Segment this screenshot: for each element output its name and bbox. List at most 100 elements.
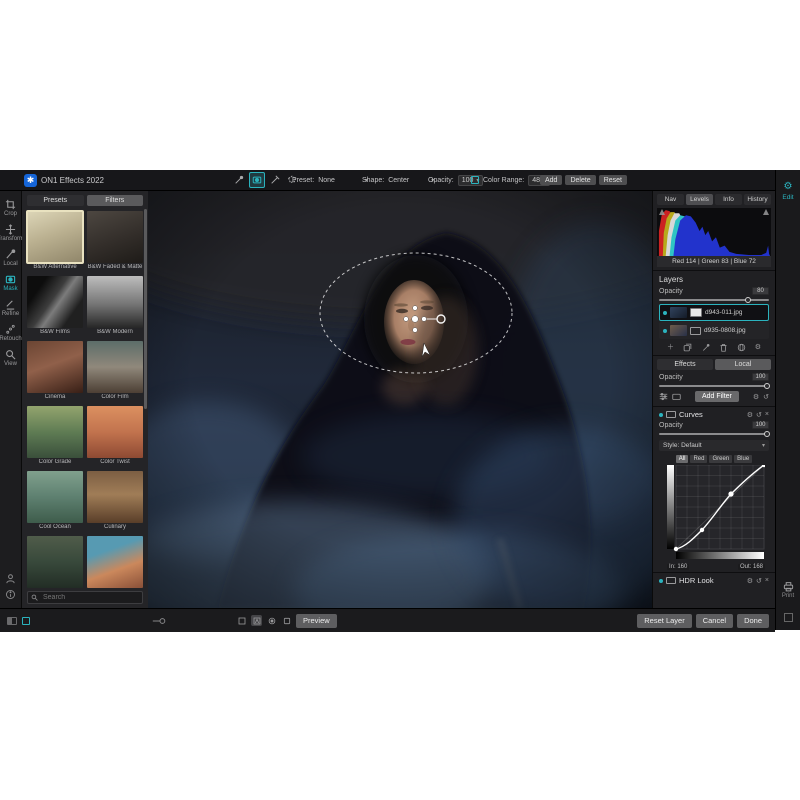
channel-blue-button[interactable]: Blue [734,455,752,463]
slider-thumb[interactable] [764,431,770,437]
layer-row[interactable]: d943-011.jpg [659,304,769,321]
help-info-icon[interactable] [5,589,16,600]
master-opacity-slider[interactable] [659,382,769,389]
preset-item[interactable]: Dark Forest [27,536,83,588]
toggle-left-panel-icon[interactable] [7,617,17,625]
layer-settings-gear-icon[interactable]: ⚙ [755,343,761,351]
filter-sliders-icon[interactable] [659,392,668,401]
move-layer-icon[interactable] [701,343,710,352]
channel-red-button[interactable]: Red [690,455,707,463]
preset-item[interactable]: B&W Modern [87,276,143,337]
paint-brush-icon[interactable] [232,173,246,187]
mask-badge-icon[interactable] [666,577,676,584]
layers-opacity-slider[interactable] [659,296,769,303]
preview-button[interactable]: Preview [296,614,337,628]
preset-item[interactable]: Color Twist [87,406,143,467]
preset-item[interactable]: Color Grade [27,406,83,467]
close-icon[interactable]: × [765,411,769,418]
highlight-clipping-warning-icon[interactable] [763,209,769,215]
account-icon[interactable] [5,573,16,584]
close-icon[interactable]: × [765,577,769,584]
gear-icon[interactable]: ⚙ [747,577,753,585]
edit-module-button[interactable]: ⚙ Edit [782,182,793,201]
tab-effects[interactable]: Effects [657,359,713,370]
tool-retouch[interactable]: Retouch [0,324,22,342]
print-button[interactable]: Print [782,581,794,599]
original-view-icon[interactable] [236,615,247,626]
filter-settings-gear-icon[interactable]: ⚙ [753,393,759,401]
toggle-browse-icon[interactable] [22,617,30,625]
collapse-panel-icon[interactable] [784,613,793,622]
mask-badge-icon[interactable] [666,411,676,418]
tab-presets[interactable]: Presets [27,195,84,206]
hdr-look-filter-header[interactable]: HDR Look ⚙ ↺ × [653,572,775,586]
slider-thumb[interactable] [745,297,751,303]
tab-local[interactable]: Local [715,359,771,370]
filter-enabled-icon[interactable] [659,579,663,583]
tool-crop[interactable]: Crop [4,199,17,217]
preset-item[interactable]: Golden Autumn [87,536,143,588]
curves-style-dropdown[interactable]: Style: Default ▾ [659,440,769,451]
filter-enabled-icon[interactable] [659,413,663,417]
duplicate-layer-icon[interactable] [683,343,692,352]
layer-row[interactable]: d935-0808.jpg [659,322,769,339]
preset-dropdown[interactable]: Preset: None ▾ [292,170,368,190]
photo-canvas[interactable] [148,191,652,608]
preset-item[interactable]: Cinema [27,341,83,402]
tool-refine[interactable]: Refine [2,299,19,317]
channel-green-button[interactable]: Green [709,455,732,463]
tab-levels[interactable]: Levels [686,194,713,205]
mask-badge-icon[interactable] [672,392,681,401]
done-button[interactable]: Done [737,614,769,628]
layer-visibility-icon[interactable] [663,329,667,333]
layer-mask-thumbnail[interactable] [690,308,702,317]
preset-item[interactable]: B&W Faded & Matte [87,211,143,272]
tone-curve-editor[interactable]: In: 160 Out: 168 [667,465,765,570]
filter-reset-icon[interactable]: ↺ [763,393,769,401]
preset-item[interactable]: Culinary [87,471,143,532]
reset-button[interactable]: Reset [599,175,627,185]
search-input[interactable] [41,593,139,602]
tab-nav[interactable]: Nav [657,194,684,205]
delete-layer-icon[interactable] [719,343,728,352]
mask-view-icon[interactable] [266,615,277,626]
compare-view-icon[interactable] [251,615,262,626]
soft-proof-icon[interactable] [281,615,292,626]
preset-item[interactable]: Cool Ocean [27,471,83,532]
add-filter-button[interactable]: Add Filter [695,391,739,402]
blend-sphere-icon[interactable] [737,343,746,352]
tool-view[interactable]: View [4,349,17,367]
curves-filter-header[interactable]: Curves ⚙ ↺ × [653,406,775,420]
tab-filters[interactable]: Filters [87,195,144,206]
curves-opacity-slider[interactable] [659,430,769,437]
zoom-compare-icon[interactable] [152,609,168,632]
tool-local[interactable]: Local [3,249,17,267]
tool-transform[interactable]: Transform [0,224,24,242]
delete-button[interactable]: Delete [565,175,595,185]
gear-icon[interactable]: ⚙ [747,411,753,419]
slider-thumb[interactable] [764,383,770,389]
reset-icon[interactable]: ↺ [756,411,762,419]
masking-brush-icon[interactable] [249,172,265,188]
reset-icon[interactable]: ↺ [756,577,762,585]
tool-mask[interactable]: Mask [3,274,17,292]
curves-opacity-value[interactable]: 100 [752,421,769,429]
add-layer-icon[interactable]: ＋ [667,342,674,352]
masking-bug-icon[interactable] [268,173,282,187]
master-opacity-value[interactable]: 100 [752,373,769,381]
cancel-button[interactable]: Cancel [696,614,733,628]
preset-item[interactable]: Color Film [87,341,143,402]
scrollbar-thumb[interactable] [144,209,147,409]
layer-mask-badge-icon[interactable] [690,327,701,335]
layers-opacity-value[interactable]: 80 [752,287,769,295]
shadow-clipping-warning-icon[interactable] [659,209,665,215]
channel-all-button[interactable]: All [676,455,689,463]
preset-item[interactable]: B&W Films [27,276,83,337]
tab-info[interactable]: Info [715,194,742,205]
preset-item[interactable]: B&W Alternative [27,211,83,272]
color-range-checkbox[interactable] [471,176,479,184]
reset-layer-button[interactable]: Reset Layer [637,614,691,628]
add-button[interactable]: Add [540,175,562,185]
layer-visibility-icon[interactable] [663,311,667,315]
tab-history[interactable]: History [744,194,771,205]
